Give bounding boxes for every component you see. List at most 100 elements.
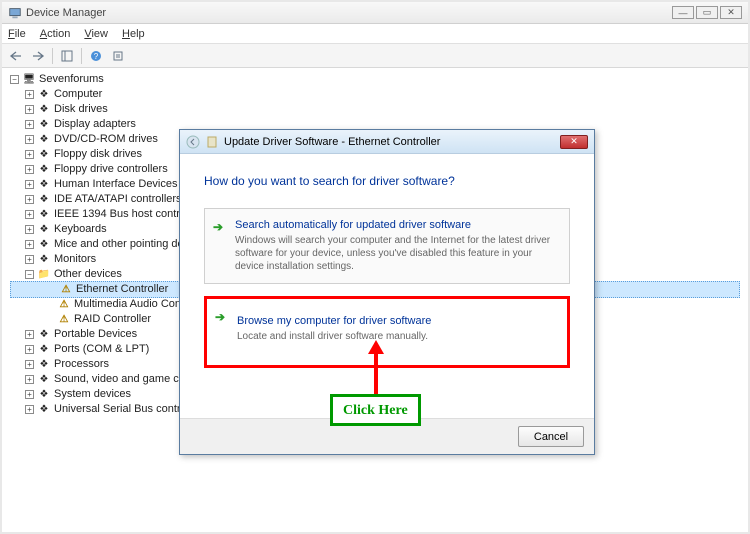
tree-label: Computer bbox=[54, 87, 102, 102]
other-devices-icon: 📁 bbox=[37, 269, 51, 281]
collapse-icon[interactable]: − bbox=[10, 75, 19, 84]
expand-icon[interactable]: + bbox=[25, 390, 34, 399]
expand-icon[interactable]: + bbox=[25, 120, 34, 129]
tree-label: Keyboards bbox=[54, 222, 107, 237]
device-manager-icon bbox=[8, 6, 22, 20]
menu-action[interactable]: Action bbox=[40, 28, 71, 40]
menu-help[interactable]: Help bbox=[122, 28, 145, 40]
option-search-automatically[interactable]: ➔ Search automatically for updated drive… bbox=[204, 208, 570, 284]
expand-icon[interactable]: + bbox=[25, 345, 34, 354]
tree-label: Other devices bbox=[54, 267, 122, 282]
tree-label: Ethernet Controller bbox=[76, 282, 168, 297]
tree-label: Disk drives bbox=[54, 102, 108, 117]
device-icon: ❖ bbox=[37, 389, 51, 401]
device-icon: ❖ bbox=[37, 239, 51, 251]
dialog-title-bar: Update Driver Software - Ethernet Contro… bbox=[180, 130, 594, 154]
device-icon: ❖ bbox=[37, 149, 51, 161]
device-icon: ❖ bbox=[37, 254, 51, 266]
expand-icon[interactable]: + bbox=[25, 90, 34, 99]
collapse-icon[interactable]: − bbox=[25, 270, 34, 279]
device-icon: ❖ bbox=[37, 104, 51, 116]
expand-icon[interactable]: + bbox=[25, 225, 34, 234]
window-buttons: — ▭ ✕ bbox=[672, 6, 742, 19]
expand-icon[interactable]: + bbox=[25, 180, 34, 189]
tree-label: Portable Devices bbox=[54, 327, 137, 342]
device-icon: ❖ bbox=[37, 374, 51, 386]
option-desc: Windows will search your computer and th… bbox=[235, 234, 557, 273]
tree-label: RAID Controller bbox=[74, 312, 151, 327]
tree-label: Ports (COM & LPT) bbox=[54, 342, 149, 357]
tree-label: Processors bbox=[54, 357, 109, 372]
arrow-icon: ➔ bbox=[215, 310, 225, 324]
tree-item[interactable]: +❖Disk drives bbox=[10, 102, 740, 117]
menu-view[interactable]: View bbox=[84, 28, 108, 40]
option-browse-computer[interactable]: ➔ Browse my computer for driver software… bbox=[204, 296, 570, 368]
device-icon: ❖ bbox=[37, 404, 51, 416]
device-icon: ❖ bbox=[37, 119, 51, 131]
window-title: Device Manager bbox=[26, 7, 106, 19]
arrow-icon: ➔ bbox=[213, 220, 223, 234]
tree-item[interactable]: +❖Computer bbox=[10, 87, 740, 102]
menu-file[interactable]: File bbox=[8, 28, 26, 40]
device-icon: ❖ bbox=[37, 224, 51, 236]
tree-label: Floppy drive controllers bbox=[54, 162, 168, 177]
expand-icon[interactable]: + bbox=[25, 165, 34, 174]
expand-icon[interactable]: + bbox=[25, 210, 34, 219]
warning-icon: ⚠ bbox=[57, 314, 71, 326]
annotation-label-box: Click Here bbox=[330, 394, 421, 426]
expand-icon[interactable]: + bbox=[25, 255, 34, 264]
expand-icon[interactable]: + bbox=[25, 240, 34, 249]
option-desc: Locate and install driver software manua… bbox=[237, 330, 555, 343]
tree-label: Mice and other pointing devic bbox=[54, 237, 197, 252]
dialog-body: How do you want to search for driver sof… bbox=[180, 154, 594, 388]
expand-icon[interactable]: + bbox=[25, 405, 34, 414]
menu-bar: File Action View Help bbox=[2, 24, 748, 44]
device-icon: ❖ bbox=[37, 134, 51, 146]
expand-icon[interactable]: + bbox=[25, 105, 34, 114]
help-button[interactable]: ? bbox=[86, 46, 106, 66]
device-icon: ❖ bbox=[37, 164, 51, 176]
tree-label: Floppy disk drives bbox=[54, 147, 142, 162]
tree-label: System devices bbox=[54, 387, 131, 402]
device-icon: ❖ bbox=[37, 344, 51, 356]
annotation-label: Click Here bbox=[343, 403, 408, 418]
title-bar: Device Manager — ▭ ✕ bbox=[2, 2, 748, 24]
expand-icon[interactable]: + bbox=[25, 195, 34, 204]
dialog-close-button[interactable]: ✕ bbox=[560, 135, 588, 149]
back-icon[interactable] bbox=[186, 135, 200, 149]
device-icon: ❖ bbox=[37, 359, 51, 371]
svg-text:?: ? bbox=[94, 52, 99, 61]
expand-icon[interactable]: + bbox=[25, 330, 34, 339]
option-title: Search automatically for updated driver … bbox=[235, 219, 557, 231]
expand-icon[interactable]: + bbox=[25, 360, 34, 369]
device-icon: ❖ bbox=[37, 179, 51, 191]
expand-icon[interactable]: + bbox=[25, 135, 34, 144]
toolbar: ? bbox=[2, 44, 748, 68]
expand-icon[interactable]: + bbox=[25, 150, 34, 159]
computer-icon: 🖥 bbox=[22, 74, 36, 86]
device-icon: ❖ bbox=[37, 209, 51, 221]
driver-icon bbox=[206, 135, 218, 149]
tree-label: Display adapters bbox=[54, 117, 136, 132]
close-button[interactable]: ✕ bbox=[720, 6, 742, 19]
option-title: Browse my computer for driver software bbox=[237, 315, 555, 327]
device-icon: ❖ bbox=[37, 89, 51, 101]
warning-icon: ⚠ bbox=[57, 299, 71, 311]
expand-icon[interactable]: + bbox=[25, 375, 34, 384]
forward-button[interactable] bbox=[28, 46, 48, 66]
device-icon: ❖ bbox=[37, 194, 51, 206]
tree-label: DVD/CD-ROM drives bbox=[54, 132, 158, 147]
minimize-button[interactable]: — bbox=[672, 6, 694, 19]
tree-root-label: Sevenforums bbox=[39, 72, 104, 87]
dialog-title: Update Driver Software - Ethernet Contro… bbox=[224, 136, 440, 148]
show-hide-tree-button[interactable] bbox=[57, 46, 77, 66]
back-button[interactable] bbox=[6, 46, 26, 66]
tree-label: Human Interface Devices bbox=[54, 177, 178, 192]
cancel-button[interactable]: Cancel bbox=[518, 426, 584, 447]
dialog-question: How do you want to search for driver sof… bbox=[204, 174, 570, 188]
device-icon: ❖ bbox=[37, 329, 51, 341]
properties-button[interactable] bbox=[108, 46, 128, 66]
maximize-button[interactable]: ▭ bbox=[696, 6, 718, 19]
tree-root[interactable]: − 🖥 Sevenforums bbox=[10, 72, 740, 87]
tree-label: IDE ATA/ATAPI controllers bbox=[54, 192, 182, 207]
